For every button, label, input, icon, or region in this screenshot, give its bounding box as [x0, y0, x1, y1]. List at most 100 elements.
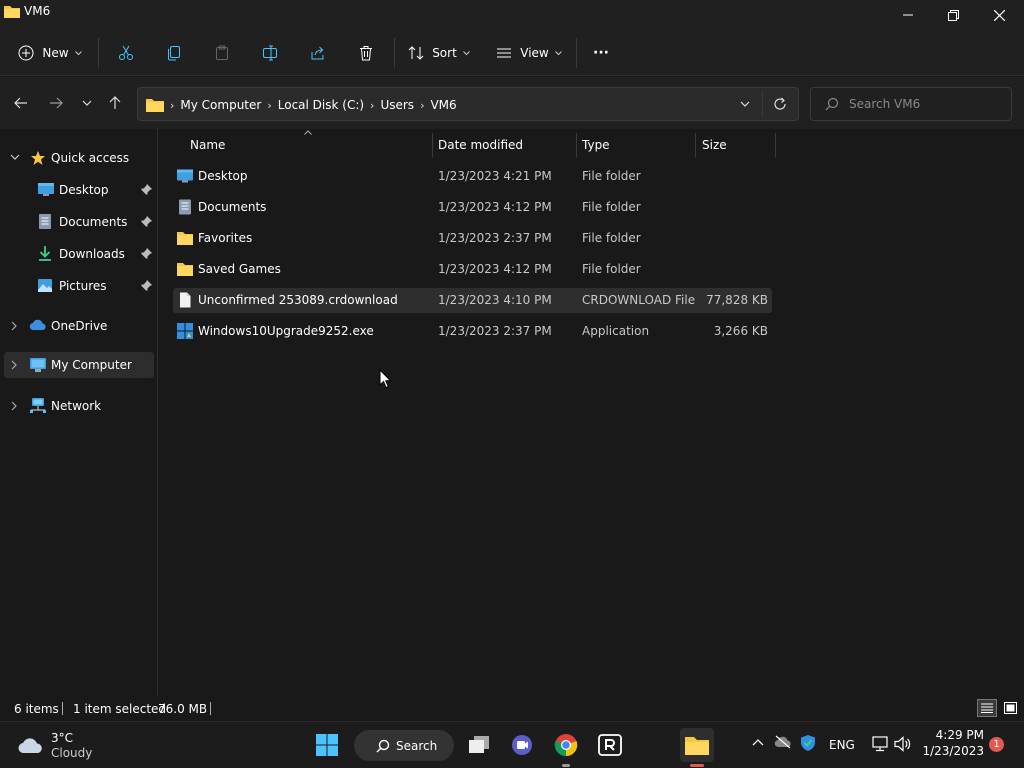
file-date: 1/23/2023 2:37 PM: [438, 324, 552, 338]
breadcrumb: › My Computer › Local Disk (C:) › Users …: [146, 96, 457, 114]
copy-button[interactable]: [158, 38, 190, 68]
onedrive-tray-icon[interactable]: [774, 735, 792, 749]
crumb-local-disk[interactable]: Local Disk (C:): [278, 98, 364, 112]
new-button[interactable]: New: [14, 38, 86, 68]
large-icons-view-button[interactable]: [1000, 699, 1020, 717]
recent-locations-button[interactable]: [75, 91, 99, 115]
cloud-offline-icon: [774, 735, 791, 749]
task-view-button[interactable]: [462, 728, 496, 762]
speaker-icon: [894, 736, 911, 752]
network-tray-icon[interactable]: [871, 736, 889, 752]
crumb-my-computer[interactable]: My Computer: [180, 98, 261, 112]
sidebar-item-downloads[interactable]: Downloads: [0, 241, 157, 267]
column-header-date[interactable]: Date modified: [438, 129, 574, 161]
column-divider[interactable]: [576, 133, 577, 157]
refresh-button[interactable]: [773, 97, 787, 111]
sort-button[interactable]: Sort: [406, 38, 472, 68]
minimize-button[interactable]: [885, 0, 931, 30]
share-icon: [311, 46, 324, 60]
taskbar-search-button[interactable]: Search: [354, 730, 454, 761]
input-language[interactable]: ENG: [829, 738, 855, 752]
sidebar-item-label: Documents: [59, 215, 128, 229]
file-row-favorites[interactable]: Favorites 1/23/2023 2:37 PM File folder: [173, 226, 772, 251]
chrome-button[interactable]: [549, 728, 583, 762]
file-list: Name Date modified Type Size Desktop 1/2…: [158, 129, 1024, 695]
cloud-icon: [29, 319, 46, 331]
sidebar-item-label: Network: [51, 399, 102, 413]
rename-button[interactable]: [254, 38, 286, 68]
column-divider[interactable]: [432, 133, 433, 157]
file-row-documents[interactable]: Documents 1/23/2023 4:12 PM File folder: [173, 195, 772, 220]
delete-button[interactable]: [350, 38, 382, 68]
crumb-users[interactable]: Users: [380, 98, 414, 112]
back-button[interactable]: [9, 91, 33, 115]
file-row-saved-games[interactable]: Saved Games 1/23/2023 4:12 PM File folde…: [173, 257, 772, 282]
notification-badge[interactable]: 1: [989, 737, 1004, 752]
file-row-windows10upgrade[interactable]: Windows10Upgrade9252.exe 1/23/2023 2:37 …: [173, 319, 772, 344]
file-row-desktop[interactable]: Desktop 1/23/2023 4:21 PM File folder: [173, 164, 772, 189]
column-divider[interactable]: [775, 133, 776, 157]
column-header-type[interactable]: Type: [582, 129, 694, 161]
security-tray-icon[interactable]: [800, 734, 816, 752]
column-header-size[interactable]: Size: [702, 129, 772, 161]
sidebar-item-my-computer[interactable]: My Computer: [4, 352, 154, 378]
start-button[interactable]: [310, 728, 344, 762]
window-title: VM6: [24, 4, 51, 18]
file-explorer-taskbar-button[interactable]: [680, 728, 714, 762]
sidebar-item-label: OneDrive: [51, 319, 108, 333]
app-r-icon: [598, 734, 622, 756]
show-hidden-icons-button[interactable]: [752, 738, 764, 746]
address-bar[interactable]: › My Computer › Local Disk (C:) › Users …: [137, 87, 799, 121]
divider: [98, 38, 99, 68]
restore-button[interactable]: [930, 0, 976, 30]
volume-tray-icon[interactable]: [894, 736, 912, 752]
view-button[interactable]: View: [494, 38, 564, 68]
copy-icon: [168, 46, 180, 61]
cut-button[interactable]: [110, 38, 142, 68]
file-row-unconfirmed-crdownload[interactable]: Unconfirmed 253089.crdownload 1/23/2023 …: [173, 288, 772, 313]
file-name: Documents: [198, 200, 267, 214]
more-options-button[interactable]: ···: [588, 38, 614, 68]
file-type: File folder: [582, 231, 641, 245]
search-input[interactable]: [849, 96, 999, 112]
forward-button[interactable]: [44, 91, 68, 115]
view-icon: [497, 48, 512, 58]
sidebar-item-desktop[interactable]: Desktop: [0, 177, 157, 203]
crumb-vm6[interactable]: VM6: [430, 98, 456, 112]
folder-icon: [177, 232, 193, 245]
trash-icon: [360, 46, 372, 61]
minimize-icon: [903, 14, 913, 16]
sidebar-item-label: Downloads: [59, 247, 125, 261]
clock[interactable]: 4:29 PM 1/23/2023: [920, 728, 984, 762]
folder-icon: [177, 263, 193, 276]
paste-button[interactable]: [206, 38, 238, 68]
divider: [394, 38, 395, 68]
sidebar-item-onedrive[interactable]: OneDrive: [0, 313, 157, 339]
sidebar-item-pictures[interactable]: Pictures: [0, 273, 157, 299]
chevron-right-icon: ›: [170, 98, 175, 112]
address-dropdown-button[interactable]: [740, 101, 750, 107]
pin-icon: [141, 280, 152, 291]
folder-icon: [685, 737, 709, 755]
sidebar-item-documents[interactable]: Documents: [0, 209, 157, 235]
downloads-folder-icon: [39, 246, 51, 261]
arrow-left-icon: [14, 97, 27, 109]
search-box[interactable]: [810, 87, 1012, 121]
up-button[interactable]: [103, 91, 127, 115]
details-view-button[interactable]: [977, 699, 997, 717]
sidebar-item-quick-access[interactable]: Quick access: [0, 145, 157, 171]
weather-widget[interactable]: 3°C Cloudy: [8, 728, 98, 762]
sidebar-item-network[interactable]: Network: [0, 393, 157, 419]
app-r-button[interactable]: [593, 728, 627, 762]
share-button[interactable]: [302, 38, 334, 68]
column-divider[interactable]: [695, 133, 696, 157]
title-bar: VM6: [0, 0, 1024, 30]
chat-button[interactable]: [505, 728, 539, 762]
restore-icon: [947, 9, 959, 21]
view-label: View: [520, 46, 549, 60]
task-view-icon: [469, 736, 489, 753]
close-button[interactable]: [976, 0, 1022, 30]
column-header-name[interactable]: Name: [190, 129, 430, 161]
scissors-icon: [119, 45, 133, 60]
cloud-icon: [18, 738, 42, 754]
